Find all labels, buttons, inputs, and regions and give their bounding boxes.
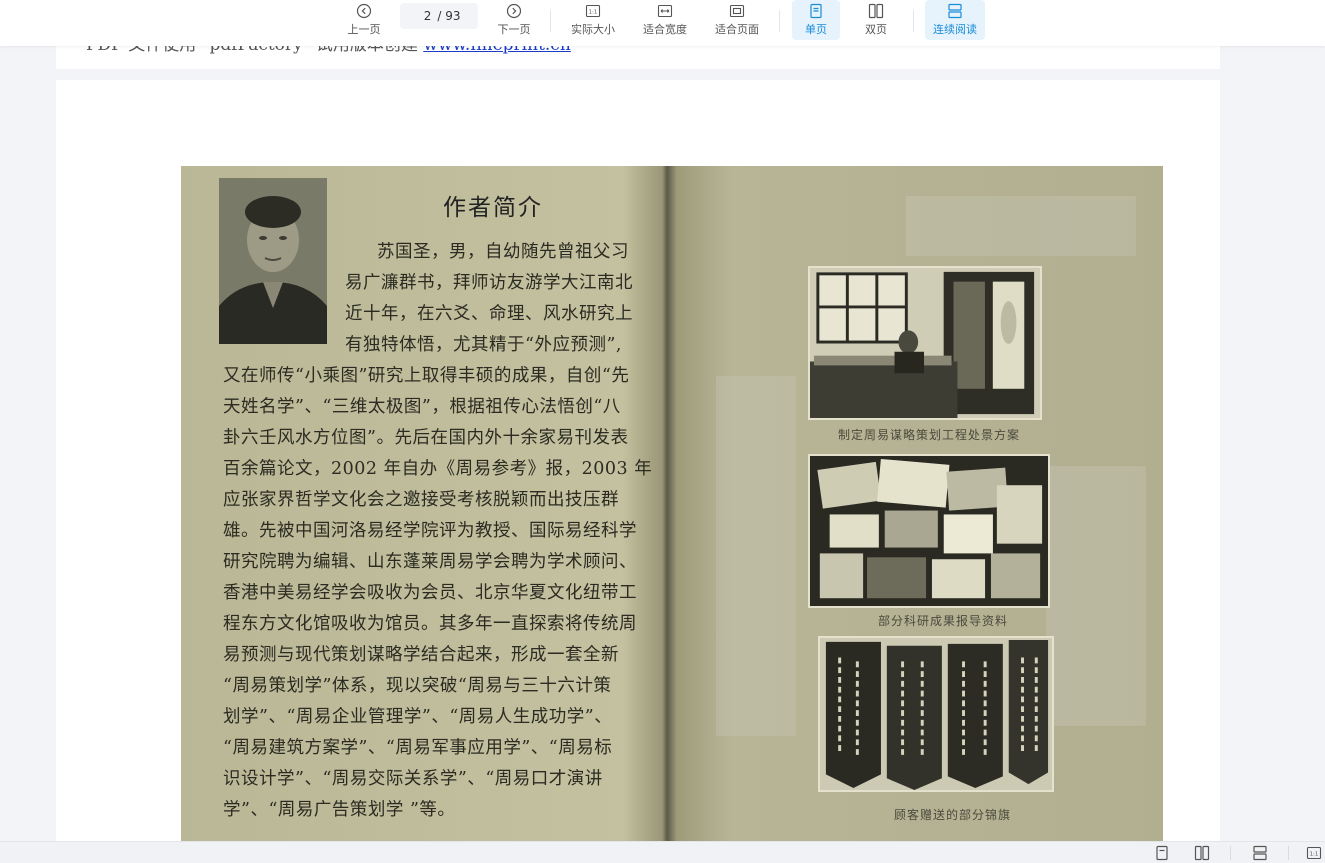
actual-size-view-button[interactable]: 1:1 xyxy=(1306,845,1322,861)
toolbar-divider xyxy=(913,10,914,32)
continuous-reading-button[interactable]: 连续阅读 xyxy=(925,0,985,40)
author-portrait xyxy=(219,178,327,344)
continuous-reading-label: 连续阅读 xyxy=(933,23,977,36)
next-page-button[interactable]: 下一页 xyxy=(494,0,534,40)
book-right-page: 制定周易谋略策划工程处景方案 部分科研成果报导资料 顾客赠送的部分锦旗 xyxy=(686,166,1163,846)
photo-caption-3: 顾客赠送的部分锦旗 xyxy=(894,808,1012,822)
double-page-button[interactable]: 双页 xyxy=(852,0,900,40)
continuous-view-button[interactable] xyxy=(1252,845,1268,861)
double-page-icon xyxy=(1194,845,1210,861)
office-photo xyxy=(808,266,1042,420)
bottom-view-bar: 1:1 xyxy=(0,841,1325,863)
fit-width-label: 适合宽度 xyxy=(643,23,687,36)
bio-line: 雄。先被中国河洛易经学院评为教授、国际易经科学 xyxy=(223,521,637,541)
fit-width-button[interactable]: 适合宽度 xyxy=(638,0,692,40)
continuous-reading-icon xyxy=(1253,845,1267,861)
fit-page-button[interactable]: 适合页面 xyxy=(710,0,764,40)
bio-line: 又在师传“小乘图”研究上取得丰硕的成果，自创“先 xyxy=(223,366,630,386)
photo-caption-2: 部分科研成果报导资料 xyxy=(878,614,1009,628)
actual-size-icon: 1:1 xyxy=(585,4,601,18)
single-page-view-button[interactable] xyxy=(1154,845,1170,861)
double-page-label: 双页 xyxy=(865,23,887,36)
fit-page-label: 适合页面 xyxy=(715,23,759,36)
bio-line: 卦六壬风水方位图”。先后在国内外十余家易刊发表 xyxy=(223,428,629,448)
toolbar-divider xyxy=(550,10,551,32)
single-page-icon xyxy=(1156,845,1168,861)
bio-line: 易广濂群书，拜师访友游学大江南北 xyxy=(345,273,633,293)
prev-page-button[interactable]: 上一页 xyxy=(344,0,384,40)
publications-photo xyxy=(808,454,1050,608)
double-page-view-button[interactable] xyxy=(1194,845,1210,861)
bleed-through-shadow xyxy=(906,196,1136,256)
viewer-toolbar: 上一页 / 93 下一页 1:1 实际大小 适合宽度 适合页面 单页 双页 连续… xyxy=(0,0,1325,46)
next-page-label: 下一页 xyxy=(497,23,531,36)
bio-line: 学”、“周易广告策划学 ”等。 xyxy=(223,800,456,820)
book-left-page: 作者简介 苏国圣，男，自幼随先曾祖父习易广濂群书，拜师访友游学大江南北 近十年，在… xyxy=(181,166,671,846)
bio-line: 香港中美易经学会吸收为会员、北京华夏文化纽带工 xyxy=(223,583,637,603)
bio-line: 易预测与现代策划谋略学结合起来，形成一套全新 xyxy=(223,645,619,665)
single-page-label: 单页 xyxy=(805,23,827,36)
single-page-button[interactable]: 单页 xyxy=(792,0,840,40)
banners-photo xyxy=(818,636,1054,792)
double-page-icon xyxy=(868,3,884,19)
bio-line: 应张家界哲学文化会之邀接受考核脱颖而出技压群 xyxy=(223,490,619,510)
fit-page-icon xyxy=(729,4,745,18)
fit-width-icon xyxy=(657,4,673,18)
bleed-through-shadow xyxy=(716,376,796,736)
photo-caption-1: 制定周易谋略策划工程处景方案 xyxy=(838,428,1021,442)
bio-line: 近十年，在六爻、命理、风水研究上 xyxy=(345,304,633,324)
actual-size-button[interactable]: 1:1 实际大小 xyxy=(566,0,620,40)
bio-line: “周易建筑方案学”、“周易军事应用学”、“周易标 xyxy=(223,738,613,758)
scanned-book-spread: 作者简介 苏国圣，男，自幼随先曾祖父习易广濂群书，拜师访友游学大江南北 近十年，在… xyxy=(181,166,1163,846)
page-indicator: / 93 xyxy=(400,3,478,29)
bio-line: 天姓名学”、“三维太极图”，根据祖传心法悟创“八 xyxy=(223,397,621,417)
actual-size-label: 实际大小 xyxy=(571,23,615,36)
bio-line: “周易策划学”体系，现以突破“周易与三十六计策 xyxy=(223,676,612,696)
bio-line: 百余篇论文，2002 年自办《周易参考》报，2003 年 xyxy=(223,459,653,479)
toolbar-divider xyxy=(779,10,780,32)
chevron-right-circle-icon xyxy=(506,3,522,19)
bio-line: 研究院聘为编辑、山东蓬莱周易学会聘为学术顾问、 xyxy=(223,552,637,572)
prev-page-label: 上一页 xyxy=(347,23,381,36)
single-page-icon xyxy=(810,3,822,19)
bio-line: 识设计学”、“周易交际关系学”、“周易口才演讲 xyxy=(223,769,603,789)
page-number-input[interactable] xyxy=(417,9,432,23)
bottom-divider xyxy=(1288,846,1289,860)
bleed-through-shadow xyxy=(1046,466,1146,726)
bottom-divider xyxy=(1230,846,1231,860)
actual-size-icon: 1:1 xyxy=(1306,846,1322,860)
bio-line: 苏国圣，男，自幼随先曾祖父习 xyxy=(377,242,629,262)
continuous-reading-icon xyxy=(948,3,962,19)
svg-text:1:1: 1:1 xyxy=(589,10,598,16)
bio-line: 划学”、“周易企业管理学”、“周易人生成功学”、 xyxy=(223,707,613,727)
chevron-left-circle-icon xyxy=(356,3,372,19)
bio-line: 程东方文化馆吸收为馆员。其多年一直探索将传统周 xyxy=(223,614,637,634)
bio-line: 有独特体悟，尤其精于“外应预测”, xyxy=(345,335,622,355)
total-pages-text: / 93 xyxy=(437,9,461,23)
svg-text:1:1: 1:1 xyxy=(1310,852,1319,858)
bio-title: 作者简介 xyxy=(443,195,543,221)
portrait-photo xyxy=(219,178,327,344)
